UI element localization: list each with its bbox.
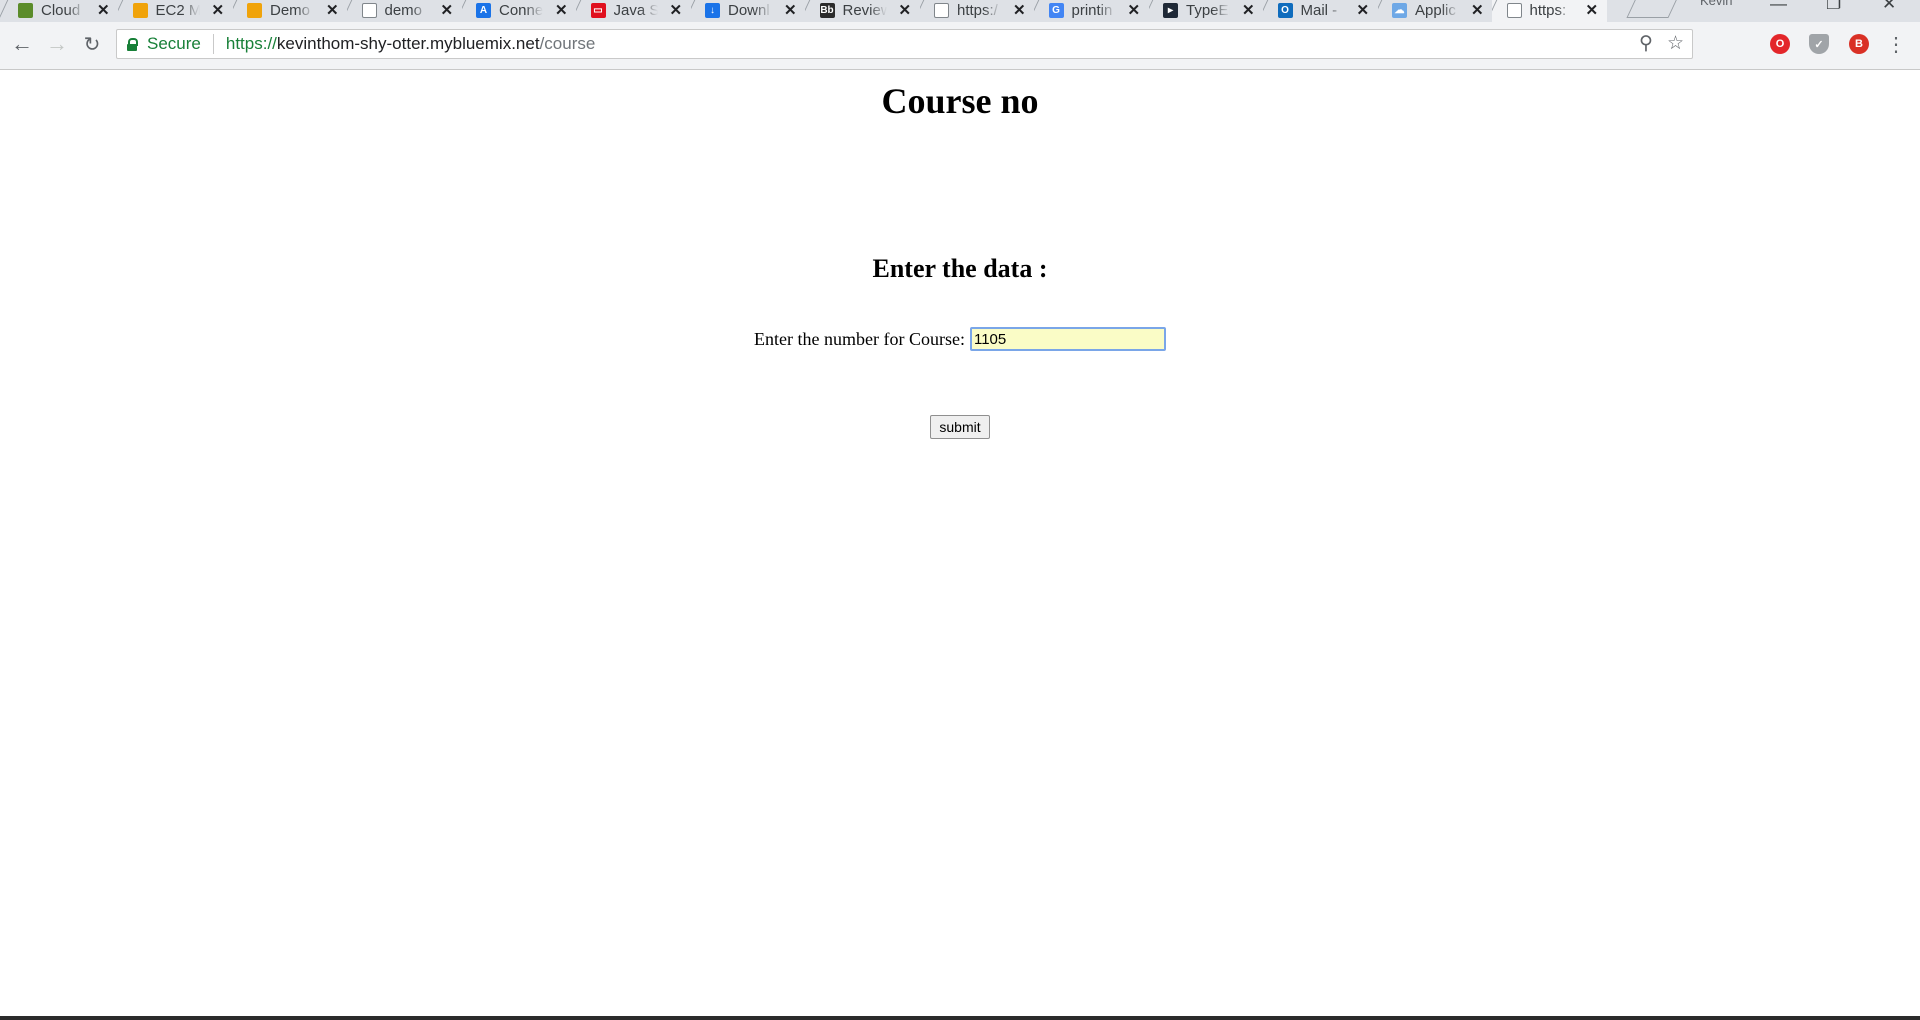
tab-title: https:/ xyxy=(957,1,998,19)
browser-tab[interactable]: Bb Review ✕ xyxy=(801,0,920,22)
browser-tab[interactable]: https:/ ✕ xyxy=(916,0,1034,22)
course-row: Enter the number for Course: xyxy=(0,327,1920,351)
new-tab-button[interactable] xyxy=(1626,0,1680,18)
tab-title: Review xyxy=(842,1,887,19)
document-icon xyxy=(361,2,377,18)
browser-tab[interactable]: ↓ Downl ✕ xyxy=(687,0,805,22)
url-path: /course xyxy=(539,34,596,53)
browser-tab[interactable]: ▭ Java S ✕ xyxy=(572,0,691,22)
google-icon: G xyxy=(1048,2,1064,18)
tab-title: EC2 M xyxy=(155,1,200,19)
tab-title: Conne xyxy=(499,1,543,19)
omnibox-divider xyxy=(212,34,214,54)
form-heading: Enter the data : xyxy=(872,254,1048,283)
browser-tab[interactable]: A Conne ✕ xyxy=(458,0,576,22)
shield-extension-icon[interactable]: ✓ xyxy=(1809,34,1829,54)
address-bar[interactable]: Secure https:// kevinthom-shy-otter.mybl… xyxy=(116,29,1693,59)
download-icon: ↓ xyxy=(705,2,720,18)
profile-button[interactable]: Kevin xyxy=(1700,0,1733,8)
browser-tab[interactable]: Cloud ✕ xyxy=(0,0,118,22)
tab-title: Cloud xyxy=(41,1,81,19)
taskbar-edge xyxy=(0,1016,1920,1020)
close-window-icon[interactable]: ✕ xyxy=(1882,0,1896,14)
tab-title: Java S xyxy=(613,1,658,19)
tab-title: Demo xyxy=(270,1,311,19)
browser-tab[interactable]: demo ✕ xyxy=(343,0,462,22)
document-icon xyxy=(934,2,949,18)
reload-icon[interactable]: ↻ xyxy=(80,32,104,56)
page-title: Course no xyxy=(881,81,1039,121)
browser-tab[interactable]: https: ✕ xyxy=(1488,0,1607,22)
browser-tab[interactable]: O Mail - ✕ xyxy=(1259,0,1378,22)
tab-title: printin xyxy=(1071,1,1113,19)
aws-box-icon xyxy=(247,2,262,18)
course-number-input[interactable] xyxy=(969,327,1166,351)
tab-close-icon[interactable]: ✕ xyxy=(97,1,110,19)
tab-close-icon[interactable]: ✕ xyxy=(670,1,683,19)
forward-icon[interactable]: → xyxy=(45,31,69,56)
oracle-icon: ▭ xyxy=(590,2,606,18)
tab-close-icon[interactable]: ✕ xyxy=(441,1,454,19)
tab-close-icon[interactable]: ✕ xyxy=(1128,1,1141,19)
tab-title: Mail - xyxy=(1300,1,1338,19)
tab-close-icon[interactable]: ✕ xyxy=(1242,1,1255,19)
course-label: Enter the number for Course: xyxy=(754,328,965,349)
terminal-icon: ▸ xyxy=(1163,2,1178,18)
back-icon[interactable]: ← xyxy=(10,31,34,56)
tab-title: https: xyxy=(1529,1,1567,19)
ebates-extension-icon[interactable]: B xyxy=(1849,34,1869,54)
browser-tab[interactable]: ☁ Applic ✕ xyxy=(1374,0,1492,22)
tab-close-icon[interactable]: ✕ xyxy=(1586,1,1599,19)
tab-close-icon[interactable]: ✕ xyxy=(212,1,225,19)
bookmark-star-icon[interactable]: ☆ xyxy=(1667,32,1684,55)
tab-close-icon[interactable]: ✕ xyxy=(1013,1,1026,19)
zoom-icon[interactable]: ⚲ xyxy=(1639,32,1653,55)
tab-close-icon[interactable]: ✕ xyxy=(555,1,568,19)
tab-close-icon[interactable]: ✕ xyxy=(1471,1,1484,19)
opera-extension-icon[interactable]: O xyxy=(1770,34,1790,54)
tab-title: Applic xyxy=(1415,1,1456,19)
outlook-icon: O xyxy=(1277,2,1293,18)
document-icon xyxy=(1506,2,1522,18)
browser-toolbar: ← → ↻ Secure https:// kevinthom-shy-otte… xyxy=(0,22,1920,70)
azure-icon: A xyxy=(476,2,491,18)
tab-strip: https: ✕ ☁ Applic ✕ O Mail - ✕ ▸ TypeEr ✕ Gprintin ✕… xyxy=(0,0,1920,22)
submit-button[interactable]: submit xyxy=(930,415,990,439)
browser-tab[interactable]: EC2 M ✕ xyxy=(114,0,233,22)
secure-label: Secure xyxy=(147,34,201,53)
page-content: Course no Enter the data : Enter the num… xyxy=(0,70,1920,1016)
aws-box-icon xyxy=(132,2,148,18)
browser-tab[interactable]: Demo ✕ xyxy=(229,0,347,22)
cloud-foundry-icon xyxy=(18,2,33,18)
tab-close-icon[interactable]: ✕ xyxy=(784,1,797,19)
minimize-icon[interactable]: — xyxy=(1770,0,1787,14)
menu-icon[interactable]: ⋮ xyxy=(1884,32,1908,56)
tab-close-icon[interactable]: ✕ xyxy=(899,1,912,19)
tab-close-icon[interactable]: ✕ xyxy=(326,1,339,19)
tab-title: Downl xyxy=(728,1,770,19)
url-host: kevinthom-shy-otter.mybluemix.net xyxy=(276,34,540,53)
browser-tab[interactable]: ▸ TypeEr ✕ xyxy=(1145,0,1263,22)
blackboard-icon: Bb xyxy=(819,2,835,18)
tab-title: demo xyxy=(384,1,423,19)
url-scheme: https:// xyxy=(225,34,277,53)
submit-row: submit xyxy=(0,415,1920,439)
tab-close-icon[interactable]: ✕ xyxy=(1357,1,1370,19)
ibm-cloud-icon: ☁ xyxy=(1392,2,1407,18)
browser-tab[interactable]: Gprintin ✕ xyxy=(1030,0,1149,22)
restore-icon[interactable]: ❐ xyxy=(1826,0,1841,14)
lock-icon xyxy=(127,38,138,51)
tab-title: TypeEr xyxy=(1186,1,1230,19)
